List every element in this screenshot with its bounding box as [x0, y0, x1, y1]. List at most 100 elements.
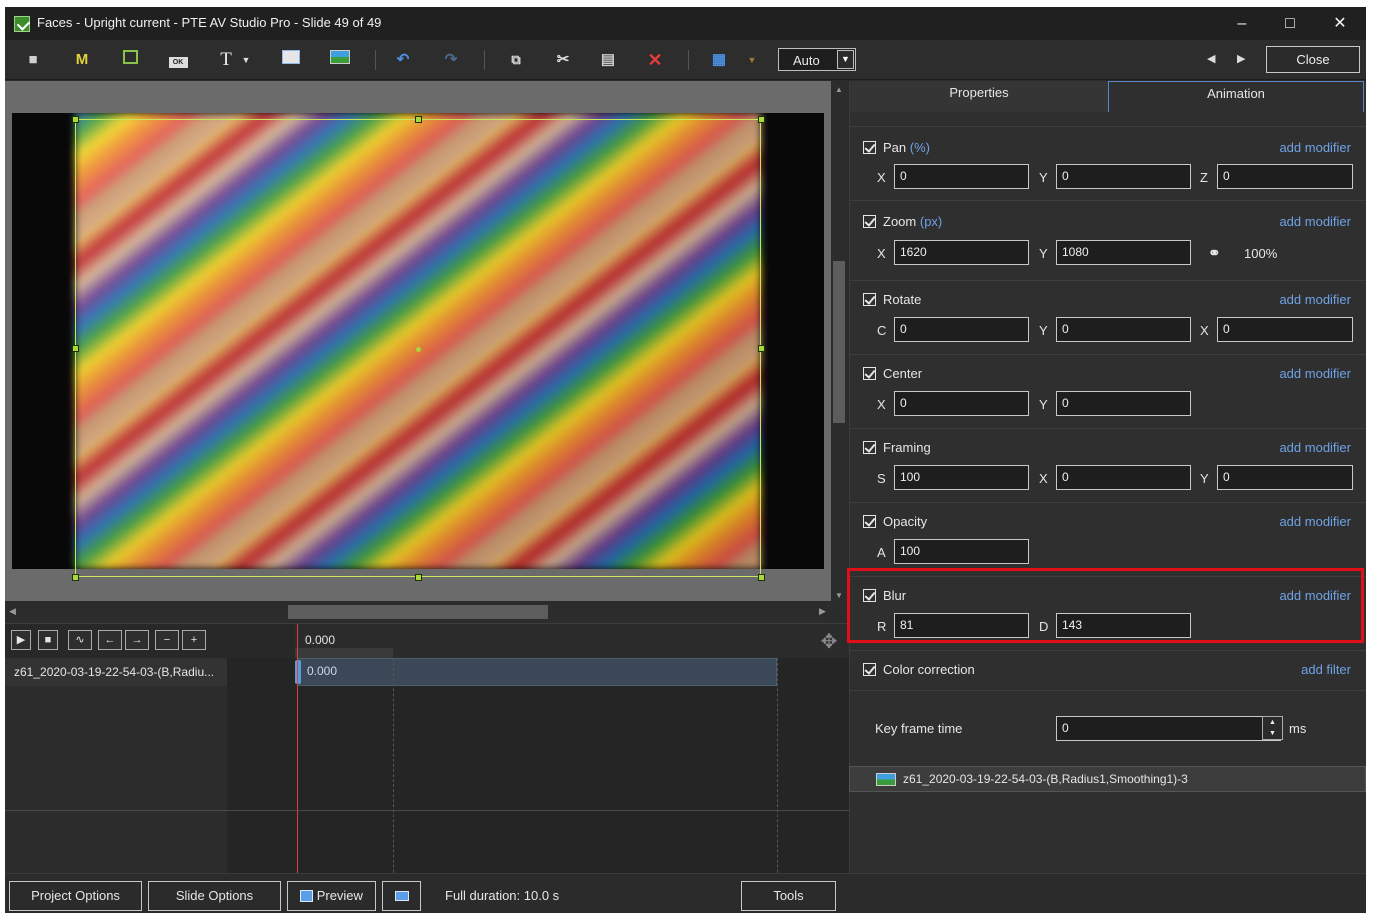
text-dropdown-icon[interactable]: ▼ — [239, 48, 253, 72]
keyframe-clip[interactable] — [297, 658, 777, 686]
maximize-button[interactable]: □ — [1270, 11, 1310, 37]
scroll-left-icon[interactable]: ◀ — [9, 606, 16, 617]
playhead[interactable] — [297, 624, 298, 874]
keyframe-marker[interactable] — [295, 660, 301, 684]
framing-checkbox[interactable] — [863, 441, 876, 454]
resize-handle[interactable] — [72, 116, 79, 123]
pan-add-modifier[interactable]: add modifier — [1279, 140, 1351, 155]
keyframe-time-field[interactable]: 0 — [1056, 716, 1281, 741]
opacity-checkbox[interactable] — [863, 515, 876, 528]
rotate-checkbox[interactable] — [863, 293, 876, 306]
pan-x-field[interactable]: 0 — [894, 164, 1029, 189]
slide-canvas[interactable] — [5, 81, 831, 601]
time-ruler[interactable]: 0.000 — [295, 624, 849, 658]
pan-z-field[interactable]: 0 — [1217, 164, 1353, 189]
link-icon[interactable]: ⚭ — [1208, 244, 1221, 262]
add-filter-link[interactable]: add filter — [1301, 662, 1351, 677]
next-slide-icon[interactable]: ▶ — [1237, 52, 1245, 65]
undo-icon[interactable]: ↶ — [390, 48, 416, 72]
rotate-y-field[interactable]: 0 — [1056, 317, 1191, 342]
frame-icon[interactable] — [117, 48, 143, 72]
arrow-right-icon[interactable]: → — [125, 630, 149, 650]
framing-s-field[interactable]: 100 — [894, 465, 1029, 490]
scroll-thumb[interactable] — [288, 605, 548, 619]
scroll-down-icon[interactable]: ▼ — [835, 591, 843, 600]
image-icon[interactable] — [327, 48, 353, 72]
center-x-field[interactable]: 0 — [894, 391, 1029, 416]
arrow-left-icon[interactable]: ← — [98, 630, 122, 650]
grid-dropdown-icon[interactable]: ▼ — [744, 48, 760, 72]
pan-checkbox[interactable] — [863, 141, 876, 154]
prev-slide-icon[interactable]: ◀ — [1207, 52, 1215, 65]
opacity-a-field[interactable]: 100 — [894, 539, 1029, 564]
fullscreen-preview-button[interactable] — [382, 881, 421, 911]
camera-icon[interactable]: ■ — [20, 48, 46, 72]
scroll-up-icon[interactable]: ▲ — [835, 85, 843, 94]
framing-y-field[interactable]: 0 — [1217, 465, 1353, 490]
preview-button[interactable]: Preview — [287, 881, 376, 911]
cut-icon[interactable]: ✂ — [550, 48, 576, 72]
rotate-c-field[interactable]: 0 — [894, 317, 1029, 342]
resize-handle[interactable] — [415, 116, 422, 123]
layer-list-item[interactable]: z61_2020-03-19-22-54-03-(B,Radius1,Smoot… — [849, 766, 1366, 792]
canvas-vertical-scrollbar[interactable]: ▲ ▼ — [831, 81, 847, 603]
scroll-right-icon[interactable]: ▶ — [819, 606, 826, 617]
resize-handle[interactable] — [72, 574, 79, 581]
paste-icon[interactable]: ▤ — [595, 48, 621, 72]
stepper-down-icon[interactable]: ▼ — [1263, 728, 1282, 739]
track-label[interactable]: z61_2020-03-19-22-54-03-(B,Radiu... — [5, 658, 227, 686]
framing-x-field[interactable]: 0 — [1056, 465, 1191, 490]
zoom-out-icon[interactable]: − — [155, 630, 179, 650]
center-y-field[interactable]: 0 — [1056, 391, 1191, 416]
redo-icon[interactable]: ↷ — [438, 48, 464, 72]
minimize-button[interactable]: – — [1222, 11, 1262, 37]
center-add-modifier[interactable]: add modifier — [1279, 366, 1351, 381]
canvas-horizontal-scrollbar[interactable]: ◀ ▶ — [5, 603, 831, 623]
close-button[interactable]: Close — [1266, 46, 1360, 73]
button-icon[interactable]: OK — [165, 48, 191, 72]
mask-icon[interactable]: M — [69, 48, 95, 72]
animation-panel: Properties Animation Pan (%) add modifie… — [849, 81, 1366, 873]
window-close-button[interactable]: ✕ — [1320, 11, 1360, 37]
tab-animation[interactable]: Animation — [1108, 81, 1364, 112]
rotate-x-field[interactable]: 0 — [1217, 317, 1353, 342]
resize-handle[interactable] — [758, 116, 765, 123]
pan-y-field[interactable]: 0 — [1056, 164, 1191, 189]
text-icon[interactable]: T — [213, 48, 239, 72]
resize-handle[interactable] — [415, 574, 422, 581]
chevron-down-icon[interactable]: ▼ — [837, 50, 854, 69]
stepper-up-icon[interactable]: ▲ — [1263, 717, 1282, 728]
project-options-button[interactable]: Project Options — [9, 881, 142, 911]
zoom-checkbox[interactable] — [863, 215, 876, 228]
opacity-add-modifier[interactable]: add modifier — [1279, 514, 1351, 529]
color-correction-checkbox[interactable] — [863, 663, 876, 676]
grid-mode-select[interactable]: Auto ▼ — [778, 48, 856, 71]
track-area[interactable]: 0.000 — [227, 658, 849, 908]
waveform-icon[interactable]: ∿ — [68, 630, 92, 650]
framing-add-modifier[interactable]: add modifier — [1279, 440, 1351, 455]
delete-icon[interactable]: ✕ — [642, 48, 668, 72]
keyframe-time-stepper[interactable]: ▲ ▼ — [1262, 716, 1283, 740]
zoom-y-field[interactable]: 1080 — [1056, 240, 1191, 265]
resize-handle[interactable] — [758, 345, 765, 352]
copy-icon[interactable]: ⧉ — [503, 48, 529, 72]
zoom-add-modifier[interactable]: add modifier — [1279, 214, 1351, 229]
stop-icon[interactable]: ■ — [38, 630, 58, 650]
tools-button[interactable]: Tools — [741, 881, 836, 911]
tab-properties[interactable]: Properties — [850, 81, 1108, 112]
grid-icon[interactable]: ▦ — [706, 48, 732, 72]
play-icon[interactable]: ▶ — [11, 630, 31, 650]
move-icon[interactable]: ✥ — [815, 628, 843, 656]
scroll-thumb[interactable] — [833, 261, 845, 423]
zoom-in-icon[interactable]: + — [182, 630, 206, 650]
panel-tabs: Properties Animation — [850, 81, 1366, 112]
center-checkbox[interactable] — [863, 367, 876, 380]
rectangle-icon[interactable] — [278, 48, 304, 72]
center-point[interactable] — [416, 347, 421, 352]
resize-handle[interactable] — [72, 345, 79, 352]
slide-options-button[interactable]: Slide Options — [148, 881, 281, 911]
resize-handle[interactable] — [758, 574, 765, 581]
zoom-x-field[interactable]: 1620 — [894, 240, 1029, 265]
rotate-add-modifier[interactable]: add modifier — [1279, 292, 1351, 307]
color-correction-section: Color correction add filter — [850, 650, 1366, 690]
